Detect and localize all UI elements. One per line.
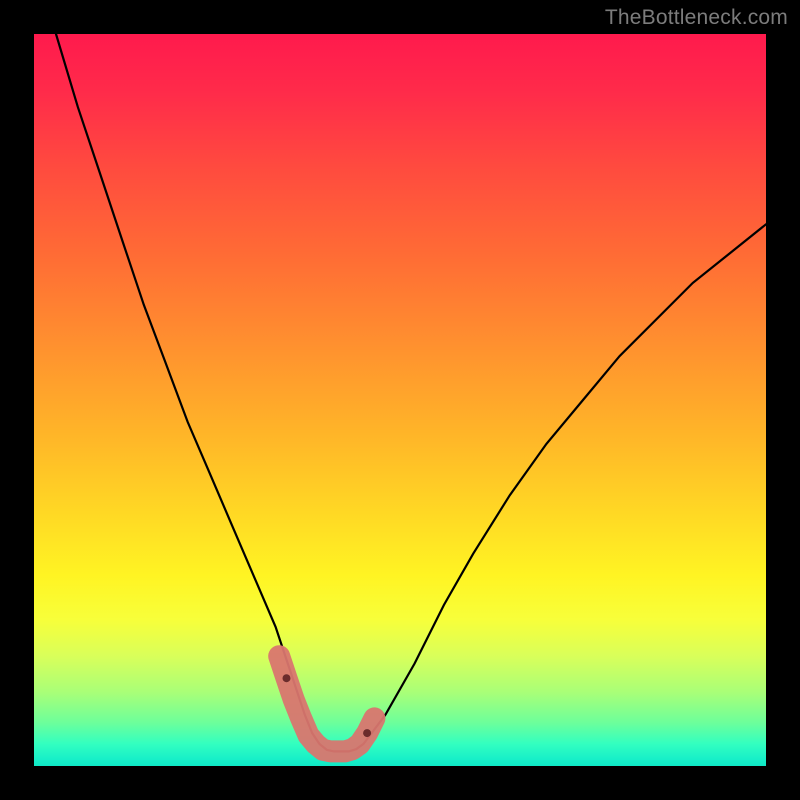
curve-svg — [34, 34, 766, 766]
highlight-path — [279, 656, 374, 751]
highlight-markers — [279, 656, 374, 751]
bottleneck-curve — [34, 0, 766, 751]
chart-frame: TheBottleneck.com — [0, 0, 800, 800]
plot-area — [34, 34, 766, 766]
highlight-dot — [283, 674, 291, 682]
watermark-text: TheBottleneck.com — [605, 6, 788, 30]
highlight-dot — [363, 729, 371, 737]
